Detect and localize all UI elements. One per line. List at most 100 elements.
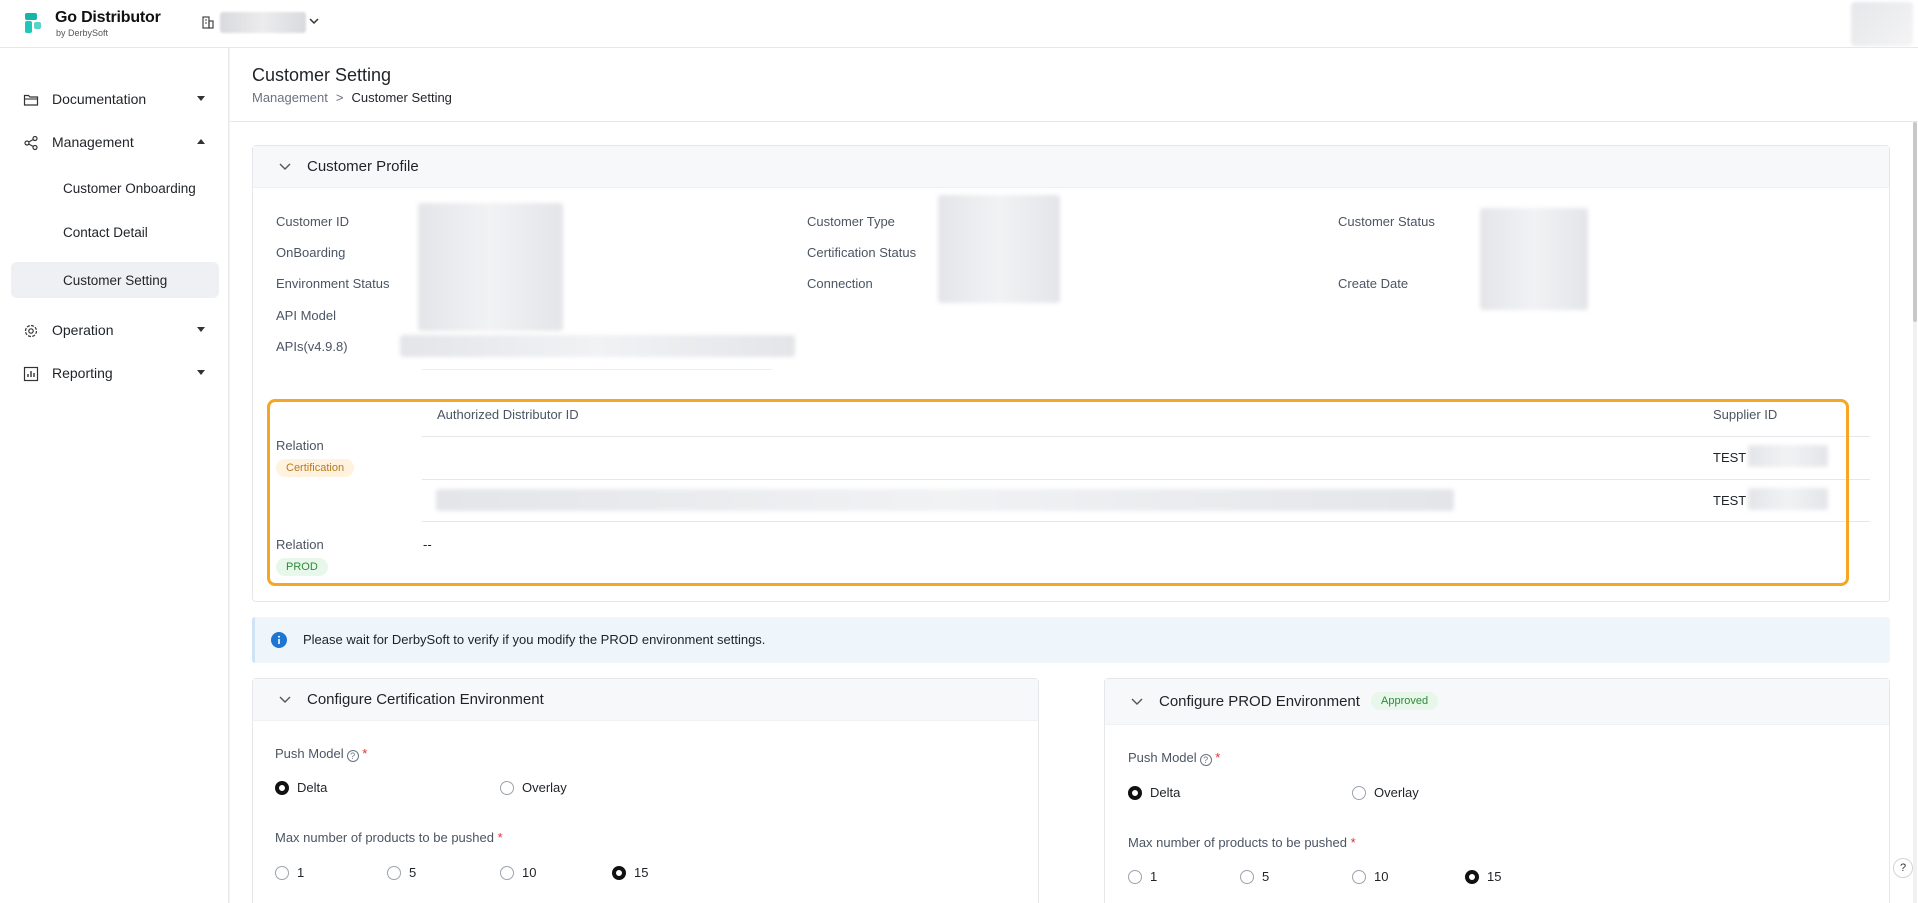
prod-max-10-radio[interactable]: 10 bbox=[1352, 869, 1388, 884]
top-bar: Go Distributor by DerbySoft bbox=[0, 0, 1918, 48]
folder-icon bbox=[23, 94, 39, 106]
environment-status-label: Environment Status bbox=[276, 276, 390, 291]
create-date-label: Create Date bbox=[1338, 276, 1409, 291]
radio-label: 15 bbox=[634, 865, 649, 880]
prod-environment-header[interactable]: Configure PROD Environment Approved bbox=[1105, 679, 1889, 725]
prod-push-delta-radio[interactable]: Delta bbox=[1128, 785, 1180, 800]
header-divider bbox=[230, 121, 1918, 122]
radio-dot[interactable] bbox=[1352, 869, 1366, 884]
customer-status-label: Customer Status bbox=[1338, 214, 1435, 229]
required-marker: * bbox=[497, 830, 503, 845]
sidebar-item-reporting[interactable]: Reporting bbox=[11, 355, 219, 391]
connection-label: Connection bbox=[807, 276, 873, 291]
gear-icon bbox=[24, 324, 38, 338]
radio-dot[interactable] bbox=[612, 865, 626, 880]
push-model-text: Push Model bbox=[275, 746, 344, 761]
sidebar-item-label: Operation bbox=[52, 322, 114, 338]
report-chart-icon bbox=[23, 366, 39, 382]
radio-dot[interactable] bbox=[275, 865, 289, 880]
customer-id-label: Customer ID bbox=[276, 214, 349, 229]
help-icon[interactable]: ? bbox=[1199, 754, 1212, 766]
prod-max-15-radio[interactable]: 15 bbox=[1465, 869, 1501, 884]
sidebar-item-label: Contact Detail bbox=[63, 224, 148, 240]
required-marker: * bbox=[1350, 835, 1356, 850]
sidebar-item-label: Reporting bbox=[52, 365, 113, 381]
radio-dot[interactable] bbox=[275, 780, 289, 795]
chevron-down-icon[interactable] bbox=[309, 16, 319, 26]
chevron-down-icon[interactable] bbox=[279, 693, 291, 705]
required-marker: * bbox=[1215, 750, 1221, 765]
radio-label: 1 bbox=[1150, 869, 1158, 884]
radio-label: 5 bbox=[1262, 869, 1270, 884]
radio-dot[interactable] bbox=[387, 865, 401, 880]
cert-push-delta-radio[interactable]: Delta bbox=[275, 780, 327, 795]
onboarding-label: OnBoarding bbox=[276, 245, 346, 260]
building-icon[interactable] bbox=[202, 16, 214, 29]
radio-label: 10 bbox=[1374, 869, 1389, 884]
radio-label: Overlay bbox=[522, 780, 567, 795]
max-products-text: Max number of products to be pushed bbox=[275, 830, 494, 845]
cert-max-15-radio[interactable]: 15 bbox=[612, 865, 648, 880]
info-icon bbox=[271, 632, 287, 648]
radio-dot[interactable] bbox=[1240, 869, 1254, 884]
chevron-down-icon[interactable] bbox=[279, 160, 291, 172]
floating-help-button[interactable]: ? bbox=[1893, 858, 1913, 878]
prod-max-products-label: Max number of products to be pushed * bbox=[1128, 835, 1356, 850]
cert-max-1-radio[interactable]: 1 bbox=[275, 865, 304, 880]
redacted-values bbox=[938, 195, 1060, 303]
highlight-border bbox=[267, 399, 1849, 586]
radio-label: Overlay bbox=[1374, 785, 1419, 800]
chevron-down-icon[interactable] bbox=[1131, 695, 1143, 707]
sidebar-item-contact-detail[interactable]: Contact Detail bbox=[11, 214, 219, 250]
customer-profile-title: Customer Profile bbox=[307, 158, 419, 175]
divider bbox=[422, 369, 772, 370]
cert-push-model-label: Push Model? * bbox=[275, 746, 367, 762]
customer-type-label: Customer Type bbox=[807, 214, 895, 229]
radio-dot[interactable] bbox=[1465, 869, 1479, 884]
customer-profile-header[interactable]: Customer Profile bbox=[253, 146, 1889, 188]
scrollbar-thumb[interactable] bbox=[1913, 122, 1917, 322]
brand-title: Go Distributor bbox=[55, 9, 161, 26]
sidebar-item-management[interactable]: Management bbox=[11, 124, 219, 160]
apis-label: APIs(v4.9.8) bbox=[276, 339, 348, 354]
push-model-text: Push Model bbox=[1128, 750, 1197, 765]
sidebar-item-label: Customer Setting bbox=[63, 272, 168, 288]
share-nodes-icon bbox=[24, 135, 38, 151]
caret-down-icon bbox=[197, 370, 205, 375]
breadcrumb-parent[interactable]: Management bbox=[252, 90, 328, 105]
required-marker: * bbox=[362, 746, 368, 761]
sidebar-item-operation[interactable]: Operation bbox=[11, 312, 219, 348]
caret-up-icon bbox=[197, 139, 205, 144]
caret-down-icon bbox=[197, 96, 205, 101]
radio-dot[interactable] bbox=[1128, 785, 1142, 800]
cert-max-5-radio[interactable]: 5 bbox=[387, 865, 416, 880]
prod-environment-title: Configure PROD Environment bbox=[1159, 693, 1360, 710]
radio-label: 15 bbox=[1487, 869, 1502, 884]
radio-label: 1 bbox=[297, 865, 305, 880]
radio-dot[interactable] bbox=[500, 865, 514, 880]
prod-max-1-radio[interactable]: 1 bbox=[1128, 869, 1157, 884]
sidebar-item-customer-setting[interactable]: Customer Setting bbox=[11, 262, 219, 298]
prod-max-5-radio[interactable]: 5 bbox=[1240, 869, 1269, 884]
cert-max-10-radio[interactable]: 10 bbox=[500, 865, 536, 880]
certification-environment-header[interactable]: Configure Certification Environment bbox=[253, 679, 1038, 721]
sidebar-item-label: Management bbox=[52, 134, 134, 150]
user-avatar[interactable] bbox=[1851, 2, 1913, 46]
help-icon[interactable]: ? bbox=[346, 750, 359, 762]
radio-dot[interactable] bbox=[1128, 869, 1142, 884]
redacted-values bbox=[1480, 208, 1588, 310]
cert-push-overlay-radio[interactable]: Overlay bbox=[500, 780, 567, 795]
scrollbar[interactable] bbox=[1913, 122, 1917, 903]
go-distributor-logo-icon bbox=[25, 13, 41, 33]
organization-selector[interactable] bbox=[220, 12, 306, 33]
info-alert: Please wait for DerbySoft to verify if y… bbox=[252, 617, 1890, 663]
radio-dot[interactable] bbox=[500, 780, 514, 795]
radio-dot[interactable] bbox=[1352, 785, 1366, 800]
redacted-apis bbox=[400, 335, 795, 357]
prod-push-model-label: Push Model? * bbox=[1128, 750, 1220, 766]
status-badge: Approved bbox=[1371, 692, 1439, 710]
breadcrumb-separator: > bbox=[335, 90, 344, 105]
prod-push-overlay-radio[interactable]: Overlay bbox=[1352, 785, 1419, 800]
sidebar-item-documentation[interactable]: Documentation bbox=[11, 81, 219, 117]
sidebar-item-customer-onboarding[interactable]: Customer Onboarding bbox=[11, 170, 219, 206]
